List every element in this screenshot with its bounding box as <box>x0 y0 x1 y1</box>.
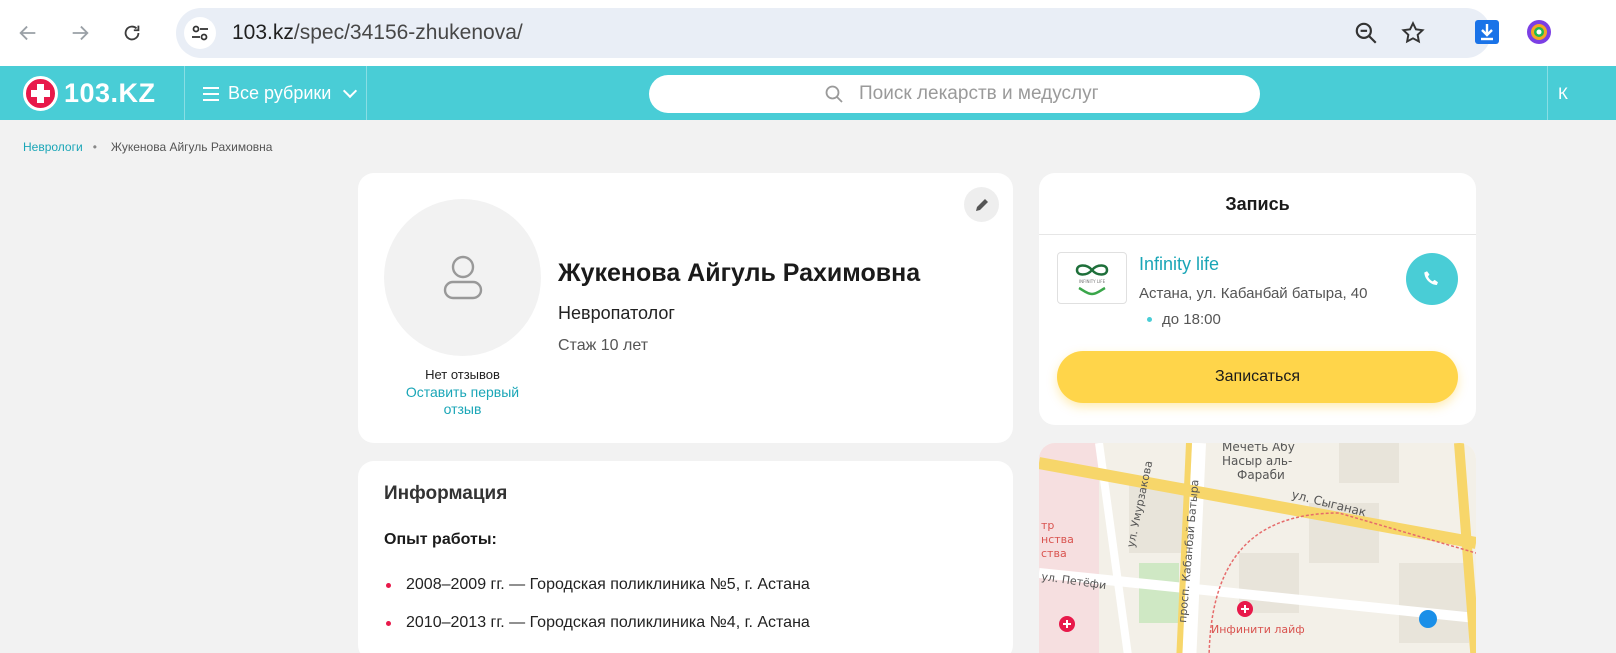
site-logo[interactable]: 103.KZ <box>23 76 156 111</box>
book-appointment-button[interactable]: Записаться <box>1057 351 1458 403</box>
map-label-mosque-1: Мечеть Абу <box>1222 443 1295 454</box>
status-dot <box>1147 317 1152 322</box>
search-icon <box>825 85 843 103</box>
reload-icon <box>124 25 140 41</box>
url-host: 103.kz <box>232 21 294 44</box>
clinic-hours-text: до 18:00 <box>1162 311 1221 328</box>
menu-icon <box>203 86 219 101</box>
divider <box>1039 234 1476 235</box>
map-label-poi-2: нства <box>1041 533 1074 546</box>
rubrics-label: Все рубрики <box>228 83 332 103</box>
clinic-logo[interactable]: INFINITY LIFE <box>1057 252 1127 304</box>
map-shop-marker-icon <box>1419 610 1437 628</box>
breadcrumb-link-neurologists[interactable]: Неврологи <box>23 140 83 154</box>
user-icon <box>443 255 482 299</box>
back-button[interactable] <box>12 17 44 49</box>
list-item: 2008–2009 гг. — Городская поликлиника №5… <box>384 575 810 613</box>
list-item: 2010–2013 гг. — Городская поликлиника №4… <box>384 613 810 651</box>
bookmark-star-icon[interactable] <box>1400 20 1426 46</box>
infinity-logo-icon: INFINITY LIFE <box>1075 264 1109 296</box>
browser-toolbar: 103.kz/spec/34156-zhukenova/ <box>0 0 1616 66</box>
map-label-mosque-3: Фараби <box>1237 468 1285 482</box>
booking-title: Запись <box>1225 194 1290 214</box>
header-right-link[interactable]: К <box>1558 84 1568 104</box>
information-title: Информация <box>384 483 508 504</box>
arrow-left-icon <box>19 25 36 41</box>
map[interactable]: Мечеть Абу Насыр аль- Фараби ул. Сыганак… <box>1039 443 1476 653</box>
phone-icon <box>1424 271 1438 286</box>
extension-icon[interactable] <box>1526 19 1552 45</box>
download-icon[interactable] <box>1474 19 1500 45</box>
chevron-down-icon <box>343 83 358 98</box>
clinic-name-link[interactable]: Infinity life <box>1139 254 1219 275</box>
doctor-profile-card: Жукенова Айгуль Рахимовна Невропатолог С… <box>358 173 1013 443</box>
edit-button[interactable] <box>964 187 999 222</box>
search-input[interactable] <box>859 81 1239 107</box>
map-label-mosque-2: Насыр аль- <box>1222 454 1292 468</box>
site-header: 103.KZ Все рубрики К <box>0 66 1616 120</box>
breadcrumb: Неврологи • Жукенова Айгуль Рахимовна <box>23 140 272 154</box>
url-text: 103.kz/spec/34156-zhukenova/ <box>232 21 523 45</box>
breadcrumb-separator: • <box>92 140 97 154</box>
doctor-name: Жукенова Айгуль Рахимовна <box>558 259 921 287</box>
pencil-icon <box>975 198 988 211</box>
reload-button[interactable] <box>116 17 148 49</box>
site-settings-icon[interactable] <box>184 17 216 49</box>
forward-button[interactable] <box>64 17 96 49</box>
arrow-right-icon <box>72 25 89 41</box>
url-path: /spec/34156-zhukenova/ <box>293 21 523 44</box>
breadcrumb-current: Жукенова Айгуль Рахимовна <box>110 140 273 154</box>
clinic-hours: до 18:00 <box>1147 311 1221 328</box>
call-button[interactable] <box>1406 253 1458 305</box>
work-experience-title: Опыт работы: <box>384 531 497 548</box>
map-label-poi-3: ства <box>1041 547 1067 560</box>
header-divider <box>1547 66 1548 120</box>
doctor-experience: Стаж 10 лет <box>558 337 649 354</box>
no-reviews-text: Нет отзывов <box>425 367 500 382</box>
booking-card: Запись INFINITY LIFE Infinity life Астан… <box>1039 173 1476 425</box>
information-card: Информация Опыт работы: 2008–2009 гг. — … <box>358 461 1013 653</box>
logo-text: 103.KZ <box>64 78 156 108</box>
clinic-address: Астана, ул. Кабанбай батыра, 40 <box>1139 285 1368 302</box>
avatar <box>384 199 541 356</box>
header-divider <box>184 66 185 120</box>
map-label-infiniti: Инфинити лайф <box>1211 623 1305 636</box>
doctor-specialty: Невропатолог <box>558 303 675 323</box>
zoom-icon[interactable] <box>1353 20 1379 46</box>
red-cross-icon <box>23 76 58 111</box>
header-divider <box>366 66 367 120</box>
all-rubrics-menu[interactable]: Все рубрики <box>203 83 358 104</box>
leave-review-link[interactable]: Оставить первый отзыв <box>392 384 533 418</box>
clinic-logo-text: INFINITY LIFE <box>1079 279 1106 284</box>
map-canvas: Мечеть Абу Насыр аль- Фараби ул. Сыганак… <box>1039 443 1476 653</box>
search-box[interactable] <box>649 75 1260 113</box>
address-bar[interactable]: 103.kz/spec/34156-zhukenova/ <box>176 8 1491 58</box>
map-label-poi-1: тр <box>1041 519 1054 532</box>
work-experience-list: 2008–2009 гг. — Городская поликлиника №5… <box>384 575 810 651</box>
